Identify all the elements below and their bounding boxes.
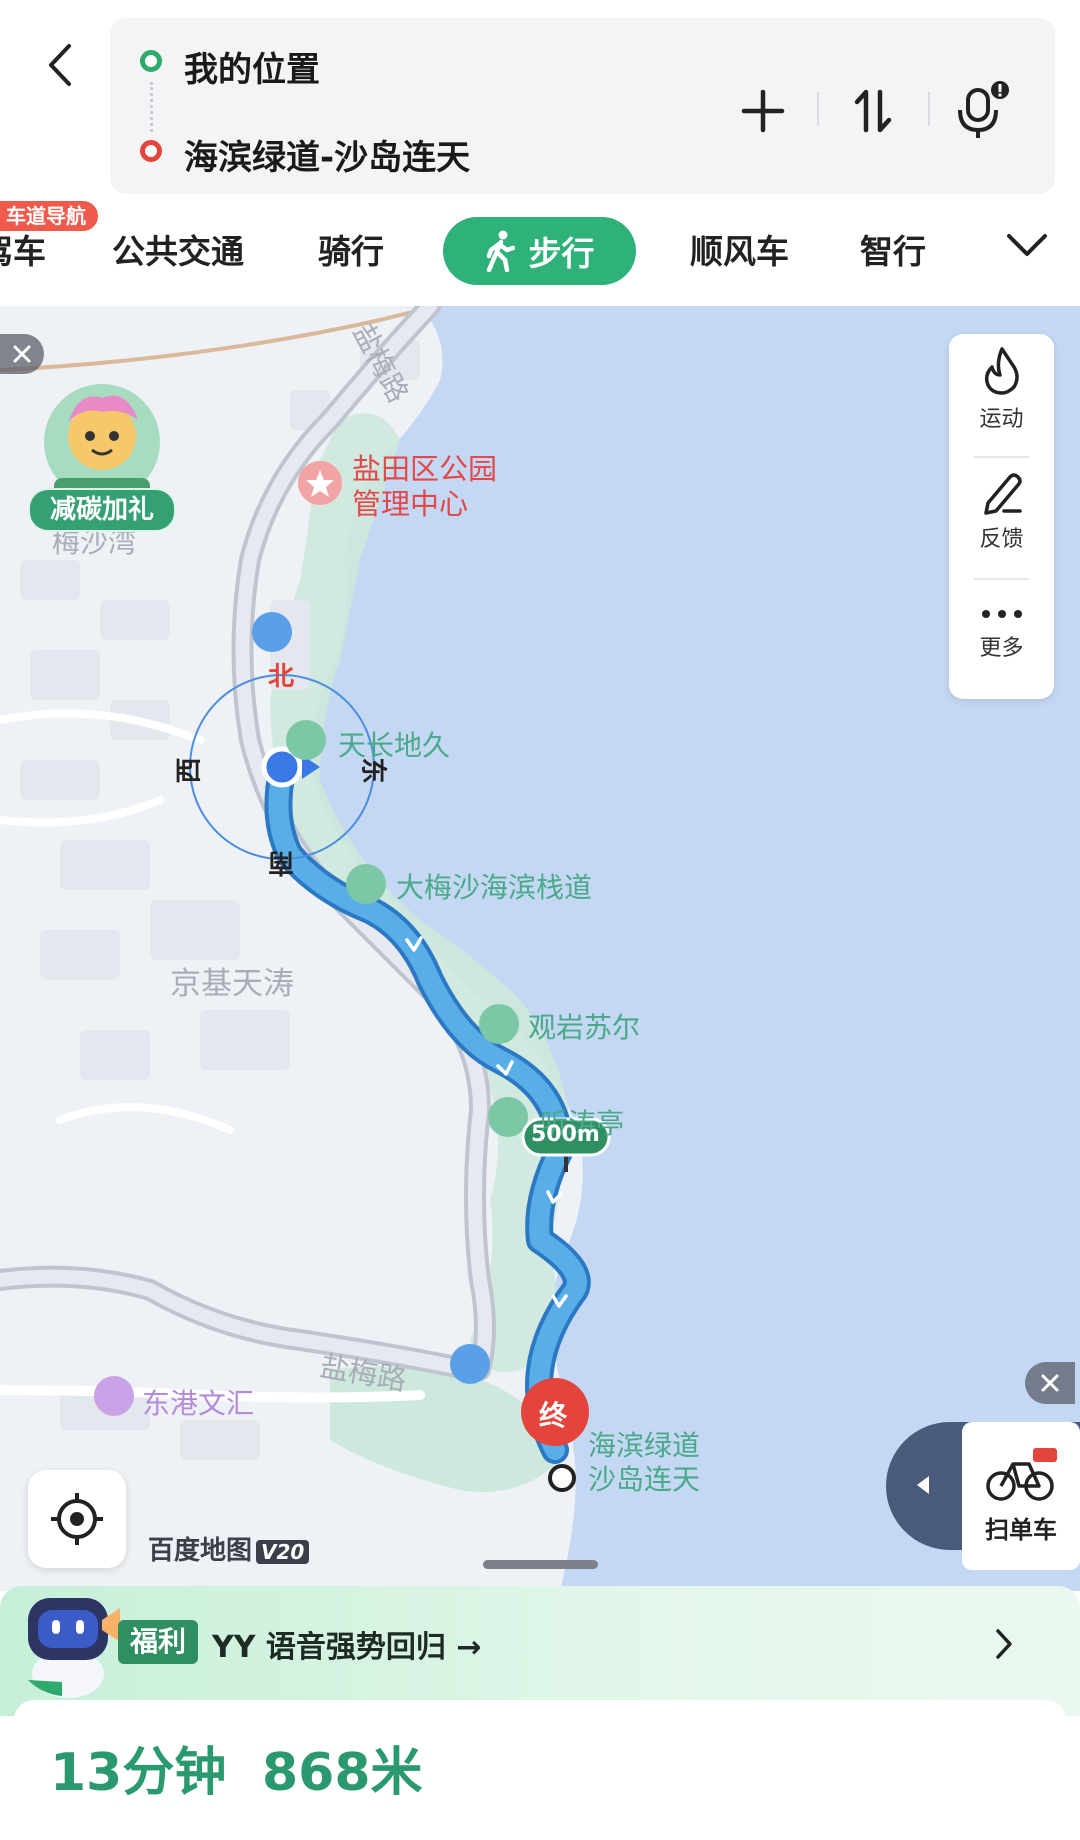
- voice-input-button[interactable]: [950, 78, 1020, 144]
- tool-label: 更多: [979, 636, 1024, 661]
- compass-east: 东: [357, 757, 388, 784]
- chevron-left-icon: [49, 44, 71, 86]
- toilet-poi-icon: [252, 612, 292, 652]
- poi-park-office-line2[interactable]: 管理中心: [352, 481, 468, 523]
- close-icon: [1041, 1374, 1059, 1392]
- map-logo: 百度地图 V20: [148, 1530, 310, 1567]
- triangle-left-icon: [917, 1476, 929, 1494]
- promo-label[interactable]: 减碳加礼: [28, 488, 176, 532]
- origin-field[interactable]: 我的位置: [184, 42, 320, 91]
- tab-bike[interactable]: 骑行: [318, 222, 384, 282]
- banner-text[interactable]: YY 语音强势回归 →: [212, 1622, 481, 1666]
- welfare-tag: 福利: [118, 1620, 198, 1664]
- swap-icon: [854, 89, 892, 133]
- more-icon: [981, 610, 1022, 618]
- destination-field[interactable]: 海滨绿道-沙岛连天: [184, 130, 470, 179]
- close-promo-button[interactable]: [0, 334, 44, 374]
- banner-open-button[interactable]: [995, 1628, 1013, 1664]
- plus-icon: [741, 89, 785, 133]
- destination-end-dot: [548, 1464, 576, 1492]
- end-marker-label: 终: [539, 1399, 568, 1432]
- expand-tabs-button[interactable]: [1005, 232, 1049, 264]
- scale-label: 500m: [531, 1122, 600, 1147]
- tab-label: 步行: [528, 234, 595, 273]
- route-distance: 868米: [262, 1743, 423, 1803]
- bike-label: 扫单车: [985, 1515, 1057, 1544]
- poi-boardwalk[interactable]: 大梅沙海滨栈道: [396, 866, 592, 906]
- divider: [817, 92, 819, 126]
- mascot-icon: [44, 384, 160, 500]
- poi-destination-line2[interactable]: 沙岛连天: [588, 1458, 700, 1498]
- poi-tianchang[interactable]: 天长地久: [338, 724, 450, 764]
- feedback-button[interactable]: 反馈: [949, 456, 1054, 566]
- walking-person-icon: [486, 230, 515, 272]
- robot-mascot-icon: [22, 1590, 122, 1700]
- route-duration: 13分钟: [50, 1743, 227, 1803]
- poi-donggang[interactable]: 东港文汇: [142, 1382, 254, 1422]
- chevron-down-icon: [1007, 234, 1047, 256]
- close-icon: [13, 345, 31, 363]
- chevron-right-icon: [996, 1629, 1012, 1659]
- tool-label: 运动: [979, 407, 1024, 432]
- lane-navigation-badge: 车道导航: [0, 201, 98, 231]
- scan-bike-button[interactable]: 扫单车: [962, 1422, 1080, 1570]
- pen-icon: [983, 473, 1022, 515]
- divider: [928, 92, 930, 126]
- compass-west: 西: [174, 757, 205, 784]
- route-connector: [150, 82, 153, 132]
- close-bike-button[interactable]: [1025, 1362, 1075, 1404]
- tab-drive[interactable]: 驾车: [0, 222, 46, 282]
- tab-label: 驾车: [0, 232, 46, 271]
- crosshair-icon: [51, 1493, 103, 1545]
- logo-version: V20: [256, 1540, 310, 1564]
- destination-dot-icon: [140, 140, 162, 162]
- culture-poi-icon: [94, 1376, 134, 1416]
- map-tools-panel: 运动 反馈 更多: [949, 334, 1054, 699]
- swap-route-button[interactable]: [838, 78, 908, 144]
- tab-smart[interactable]: 智行: [860, 222, 926, 282]
- logo-text: 百度地图: [148, 1536, 253, 1566]
- tab-transit[interactable]: 公共交通: [112, 222, 244, 282]
- locate-me-button[interactable]: [28, 1470, 126, 1568]
- add-waypoint-button[interactable]: [728, 78, 798, 144]
- origin-dot-icon: [140, 50, 162, 72]
- flame-icon: [984, 347, 1019, 395]
- more-button[interactable]: 更多: [949, 578, 1054, 688]
- poi-guanyan[interactable]: 观岩苏尔: [528, 1006, 640, 1046]
- compass-north: 北: [268, 662, 295, 692]
- bicycle-icon: [986, 1447, 1057, 1501]
- drag-handle[interactable]: [483, 1560, 598, 1569]
- tab-carpool[interactable]: 顺风车: [690, 222, 789, 282]
- tool-label: 反馈: [979, 527, 1024, 552]
- compass-south: 南: [268, 847, 295, 877]
- exercise-button[interactable]: 运动: [949, 334, 1054, 444]
- toilet-poi-icon: [450, 1344, 490, 1384]
- tab-walk[interactable]: 步行: [443, 217, 636, 285]
- collapse-bike-button[interactable]: [915, 1474, 931, 1500]
- mic-icon: [958, 81, 1009, 138]
- back-button[interactable]: [30, 30, 90, 100]
- poi-jingji: 京基天涛: [170, 966, 294, 1002]
